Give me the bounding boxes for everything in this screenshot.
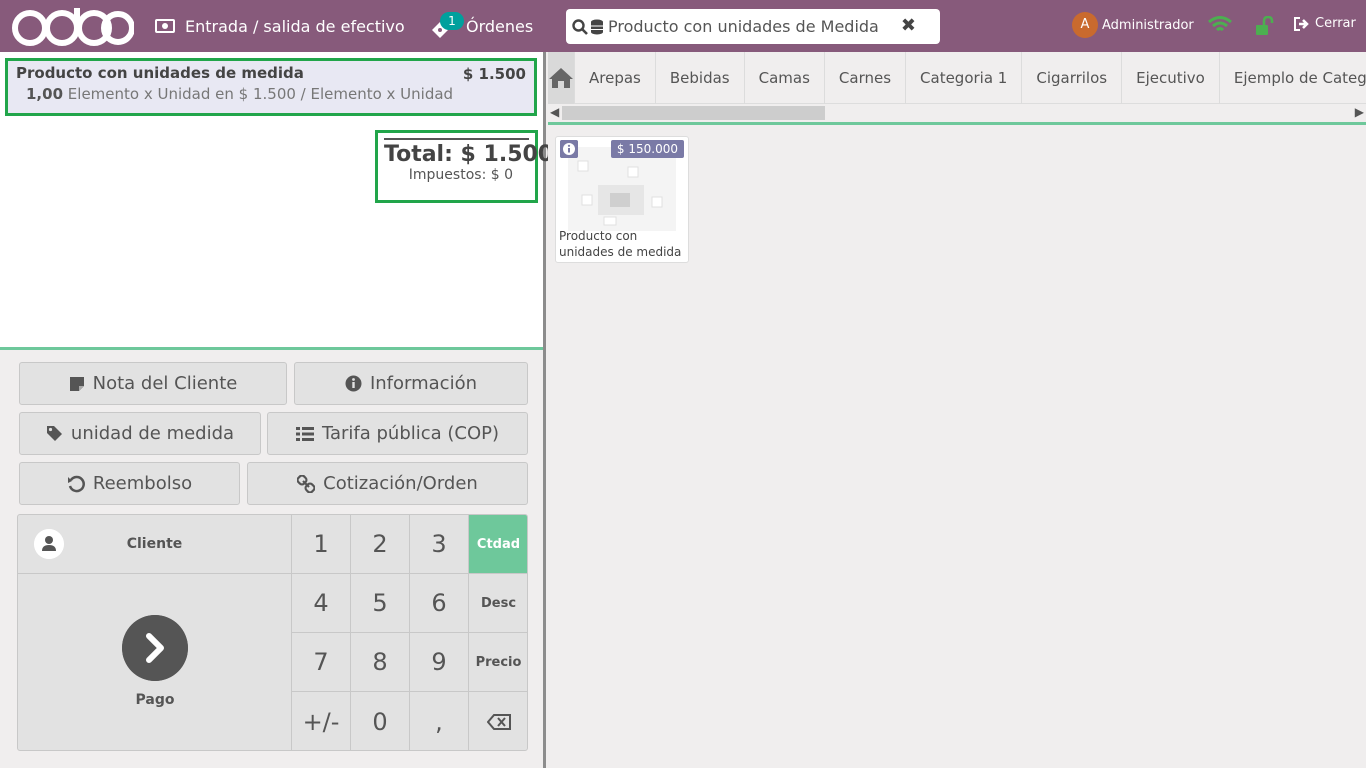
category-categoria-1[interactable]: Categoria 1 — [905, 52, 1021, 104]
search-input[interactable] — [608, 17, 903, 36]
category-separator — [548, 122, 1366, 125]
product-card[interactable]: $ 150.000 Producto con unidades de medid… — [555, 136, 689, 263]
info-label: Información — [369, 373, 478, 394]
pricelist-button[interactable]: Tarifa pública (COP) — [267, 412, 528, 455]
unlock-icon[interactable] — [1254, 16, 1274, 36]
order-totals: Total: $ 1.500 Impuestos: $ 0 — [375, 130, 554, 203]
order-pane: Producto con unidades de medida $ 1.500 … — [0, 52, 554, 768]
numpad-key-5[interactable]: 5 — [351, 574, 410, 633]
category-bebidas[interactable]: Bebidas — [654, 52, 744, 104]
order-line-qty: 1,00 — [26, 85, 64, 103]
category-bar: Arepas Bebidas Camas Carnes Categoria 1 … — [548, 52, 1366, 104]
category-ejemplo[interactable]: Ejemplo de Categoria — [1218, 52, 1366, 104]
home-category-button[interactable] — [548, 52, 574, 104]
link-icon — [297, 474, 316, 493]
numpad-key-0[interactable]: 0 — [351, 692, 410, 750]
pricelist-label: Tarifa pública (COP) — [321, 423, 500, 444]
product-name: Producto con unidades de medida — [559, 229, 682, 259]
search-icon — [572, 18, 588, 35]
payment-label: Pago — [135, 692, 175, 708]
scroll-left-icon[interactable]: ◀ — [550, 105, 559, 119]
scroll-right-icon[interactable]: ▶ — [1355, 105, 1364, 119]
sticky-note-icon — [69, 376, 84, 391]
category-cigarrilos[interactable]: Cigarrilos — [1021, 52, 1121, 104]
order-line-info: 1,00 Elemento x Unidad en $ 1.500 / Elem… — [26, 85, 526, 103]
clear-search-icon[interactable]: ✖ — [901, 15, 916, 36]
top-bar: odoo Entrada / salida de efectivo 1 Órde… — [0, 0, 1366, 52]
product-price-tag: $ 150.000 — [610, 140, 684, 158]
customer-button[interactable]: Cliente — [18, 515, 292, 574]
numpad-key-6[interactable]: 6 — [410, 574, 469, 633]
category-arepas[interactable]: Arepas — [574, 52, 655, 104]
product-image-placeholder — [568, 147, 676, 231]
customer-note-button[interactable]: Nota del Cliente — [19, 362, 287, 405]
info-button[interactable]: Información — [294, 362, 528, 405]
backspace-button[interactable] — [469, 692, 527, 750]
undo-icon — [67, 475, 85, 492]
numpad-key-9[interactable]: 9 — [410, 633, 469, 692]
cash-in-out-label: Entrada / salida de efectivo — [185, 16, 405, 36]
orders-label: Órdenes — [466, 16, 534, 36]
money-icon — [155, 19, 175, 33]
category-camas[interactable]: Camas — [743, 52, 824, 104]
close-session-button[interactable]: Cerrar — [1294, 16, 1356, 31]
tag-icon — [46, 426, 62, 441]
quotation-order-button[interactable]: Cotización/Orden — [247, 462, 528, 505]
order-line-price: $ 1.500 — [462, 65, 526, 83]
user-icon — [34, 529, 64, 559]
numpad-key-7[interactable]: 7 — [292, 633, 351, 692]
numpad-area: Cliente Pago 1 2 3 Ctdad 4 5 6 Desc 7 8 … — [17, 514, 528, 751]
refund-button[interactable]: Reembolso — [19, 462, 240, 505]
list-icon — [295, 426, 314, 441]
home-icon — [549, 68, 573, 88]
info-icon — [345, 375, 362, 392]
sign-out-icon — [1294, 16, 1309, 31]
order-line[interactable]: Producto con unidades de medida $ 1.500 … — [5, 58, 537, 116]
wifi-icon[interactable] — [1208, 16, 1232, 34]
refund-label: Reembolso — [92, 473, 193, 494]
category-carnes[interactable]: Carnes — [823, 52, 905, 104]
scrollbar-thumb[interactable] — [562, 106, 825, 120]
product-search: ✖ — [566, 9, 940, 44]
numpad-key-2[interactable]: 2 — [351, 515, 410, 574]
numpad-key-8[interactable]: 8 — [351, 633, 410, 692]
uom-button[interactable]: unidad de medida — [19, 412, 261, 455]
order-line-detail: Elemento x Unidad en $ 1.500 / Elemento … — [67, 85, 454, 103]
numpad-key-4[interactable]: 4 — [292, 574, 351, 633]
mode-discount-button[interactable]: Desc — [469, 574, 527, 633]
user-name: Administrador — [1102, 17, 1194, 33]
product-info-icon[interactable] — [560, 140, 578, 158]
mode-quantity-button[interactable]: Ctdad — [469, 515, 527, 574]
numpad-key-3[interactable]: 3 — [410, 515, 469, 574]
chevron-right-icon — [122, 615, 188, 681]
numpad-key-1[interactable]: 1 — [292, 515, 351, 574]
orders-button[interactable]: 1 Órdenes — [430, 10, 533, 42]
mode-price-button[interactable]: Precio — [469, 633, 527, 692]
order-total: Total: $ 1.500 — [384, 142, 554, 167]
uom-label: unidad de medida — [70, 423, 235, 444]
cash-in-out-button[interactable]: Entrada / salida de efectivo — [155, 14, 405, 38]
close-label: Cerrar — [1315, 16, 1356, 31]
order-taxes: Impuestos: $ 0 — [408, 167, 513, 183]
products-pane: Arepas Bebidas Camas Carnes Categoria 1 … — [548, 52, 1366, 768]
user-avatar: A — [1072, 12, 1098, 38]
odoo-logo: odoo — [12, 8, 134, 46]
numpad-key-plus-minus[interactable]: +/- — [292, 692, 351, 750]
orders-count-badge: 1 — [440, 12, 464, 30]
order-summary: Producto con unidades de medida $ 1.500 … — [0, 52, 554, 350]
database-icon — [591, 19, 603, 34]
customer-note-label: Nota del Cliente — [92, 373, 238, 394]
numpad-key-comma[interactable]: , — [410, 692, 469, 750]
category-scrollbar[interactable]: ◀ ▶ — [548, 104, 1366, 122]
order-line-name: Producto con unidades de medida — [16, 64, 304, 82]
category-ejecutivo[interactable]: Ejecutivo — [1121, 52, 1219, 104]
backspace-icon — [487, 713, 511, 730]
quotation-order-label: Cotización/Orden — [323, 473, 478, 494]
payment-button[interactable]: Pago — [18, 574, 292, 750]
user-menu[interactable]: A Administrador — [1072, 12, 1194, 38]
